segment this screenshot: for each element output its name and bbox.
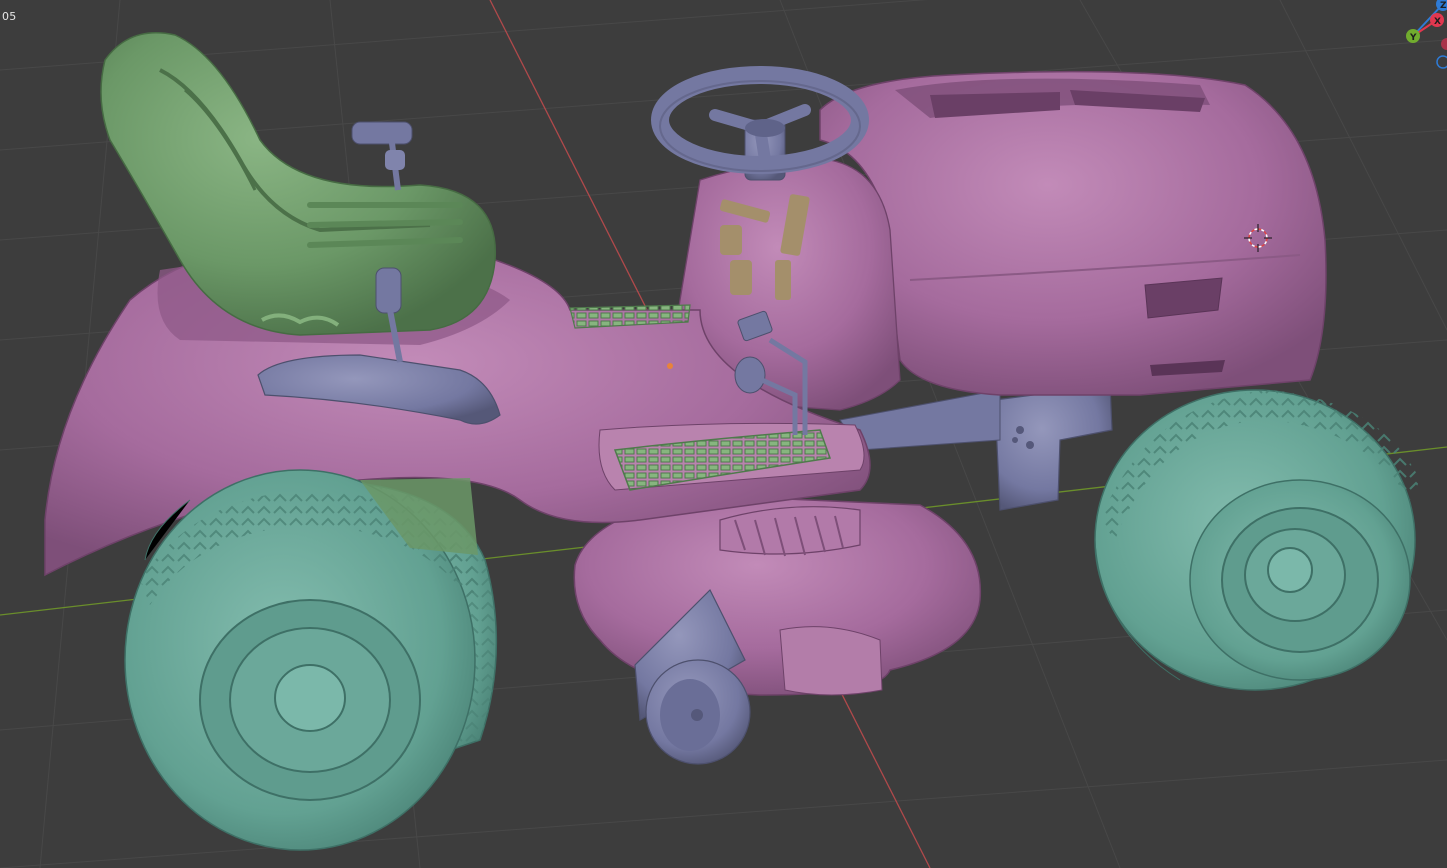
gizmo-x-label: X bbox=[1434, 17, 1441, 27]
gizmo-z-label: Z bbox=[1440, 1, 1447, 11]
object-origin bbox=[667, 363, 673, 369]
viewport-canvas[interactable] bbox=[0, 0, 1447, 868]
gear-lever-knob[interactable] bbox=[375, 267, 402, 314]
gizmo-neg-x-axis[interactable] bbox=[1441, 38, 1447, 50]
dash-switch[interactable] bbox=[730, 260, 752, 295]
dash-switch[interactable] bbox=[720, 225, 742, 255]
dash-switch[interactable] bbox=[775, 260, 791, 300]
3d-viewport[interactable]: 05 Z X Y bbox=[0, 0, 1447, 868]
navigation-gizmo[interactable]: Z X Y bbox=[1395, 0, 1447, 70]
gizmo-neg-z-axis[interactable] bbox=[1436, 55, 1447, 69]
drive-pedal[interactable] bbox=[734, 356, 766, 394]
gizmo-y-label: Y bbox=[1409, 33, 1417, 43]
deck-lift-lever[interactable] bbox=[351, 121, 413, 145]
front-wheel[interactable] bbox=[1094, 389, 1420, 691]
frame-indicator: 05 bbox=[2, 10, 17, 23]
